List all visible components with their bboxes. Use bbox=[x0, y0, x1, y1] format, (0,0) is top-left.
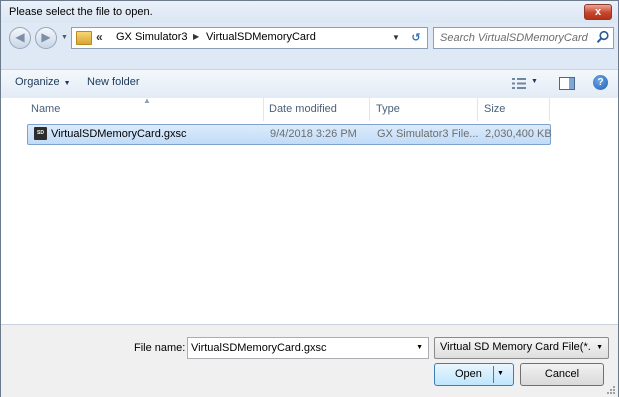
back-button[interactable]: ◀ bbox=[9, 27, 31, 49]
close-icon: x bbox=[594, 6, 602, 18]
forward-button[interactable]: ▶ bbox=[35, 27, 57, 49]
view-dropdown-icon[interactable]: ▼ bbox=[531, 78, 538, 85]
title-bar[interactable]: Please select the file to open. x bbox=[1, 1, 618, 23]
column-header-size[interactable]: Size bbox=[484, 103, 505, 115]
file-date-cell: 9/4/2018 3:26 PM bbox=[270, 128, 357, 140]
column-header-type[interactable]: Type bbox=[376, 103, 400, 115]
file-name-label: File name: bbox=[134, 342, 186, 354]
column-header-row: ▲ Name Date modified Type Size bbox=[1, 96, 618, 121]
file-type-cell: GX Simulator3 File... bbox=[377, 128, 479, 140]
address-bar[interactable]: « GX Simulator3 ▶ VirtualSDMemoryCard ▼ bbox=[71, 27, 407, 49]
refresh-icon: ↺ bbox=[411, 32, 421, 44]
breadcrumb-overflow-icon[interactable]: « bbox=[96, 30, 103, 44]
refresh-button[interactable]: ↺ bbox=[405, 27, 428, 49]
breadcrumb-separator-icon[interactable]: ▶ bbox=[193, 32, 199, 41]
file-size-cell: 2,030,400 KB bbox=[485, 128, 552, 140]
cancel-button[interactable]: Cancel bbox=[520, 363, 604, 386]
file-type-dropdown-icon: ▼ bbox=[596, 344, 603, 351]
close-button[interactable]: x bbox=[584, 4, 612, 20]
organize-dropdown-icon: ▼ bbox=[63, 80, 71, 87]
open-file-dialog: Please select the file to open. x ◀ ▶ ▼ … bbox=[0, 0, 619, 397]
open-options-dropdown-icon[interactable]: ▼ bbox=[497, 370, 504, 377]
open-button-label: Open bbox=[455, 368, 482, 380]
file-name-cell: VirtualSDMemoryCard.gxsc bbox=[51, 128, 187, 140]
help-icon[interactable]: ? bbox=[593, 75, 608, 90]
command-toolbar: Organize ▼ New folder ▼ ? bbox=[1, 69, 618, 99]
back-arrow-icon: ◀ bbox=[15, 30, 25, 44]
dialog-title: Please select the file to open. bbox=[9, 6, 153, 18]
search-icon[interactable] bbox=[596, 30, 610, 44]
organize-label: Organize bbox=[15, 76, 60, 88]
dialog-footer: File name: ▼ Virtual SD Memory Card File… bbox=[1, 324, 618, 397]
preview-pane-icon[interactable] bbox=[559, 77, 575, 90]
forward-arrow-icon: ▶ bbox=[41, 30, 51, 44]
recent-pages-dropdown-icon[interactable]: ▼ bbox=[61, 34, 68, 41]
column-divider[interactable] bbox=[549, 98, 550, 121]
file-name-combobox[interactable]: ▼ bbox=[187, 337, 429, 359]
column-header-date-modified[interactable]: Date modified bbox=[269, 103, 337, 115]
column-divider[interactable] bbox=[477, 98, 478, 121]
file-row[interactable]: SD VirtualSDMemoryCard.gxsc 9/4/2018 3:2… bbox=[27, 124, 552, 145]
search-box[interactable] bbox=[433, 27, 614, 49]
column-divider[interactable] bbox=[369, 98, 370, 121]
file-type-value: Virtual SD Memory Card File(*.gxsc) bbox=[440, 341, 590, 353]
search-input[interactable] bbox=[434, 28, 590, 48]
folder-icon bbox=[76, 31, 92, 45]
organize-button[interactable]: Organize ▼ bbox=[15, 76, 71, 88]
column-divider[interactable] bbox=[263, 98, 264, 121]
open-button[interactable]: Open ▼ bbox=[434, 363, 514, 386]
resize-grip-icon[interactable] bbox=[606, 385, 616, 395]
change-view-icon[interactable] bbox=[512, 78, 526, 89]
file-name-dropdown-icon[interactable]: ▼ bbox=[416, 344, 423, 351]
split-divider bbox=[493, 366, 494, 383]
column-header-name[interactable]: Name bbox=[31, 103, 60, 115]
breadcrumb-gx-simulator3[interactable]: GX Simulator3 bbox=[116, 31, 188, 43]
sort-ascending-icon: ▲ bbox=[143, 96, 151, 105]
address-row: ◀ ▶ ▼ « GX Simulator3 ▶ VirtualSDMemoryC… bbox=[1, 23, 618, 53]
file-name-input[interactable] bbox=[188, 338, 411, 358]
sd-card-icon: SD bbox=[34, 127, 47, 140]
address-dropdown-icon[interactable]: ▼ bbox=[392, 33, 400, 42]
breadcrumb-virtualsdmemorycard[interactable]: VirtualSDMemoryCard bbox=[206, 31, 316, 43]
file-type-select[interactable]: Virtual SD Memory Card File(*.gxsc) ▼ bbox=[434, 337, 609, 359]
new-folder-button[interactable]: New folder bbox=[87, 76, 140, 88]
file-list[interactable]: ▲ Name Date modified Type Size SD Virtua… bbox=[1, 96, 618, 324]
